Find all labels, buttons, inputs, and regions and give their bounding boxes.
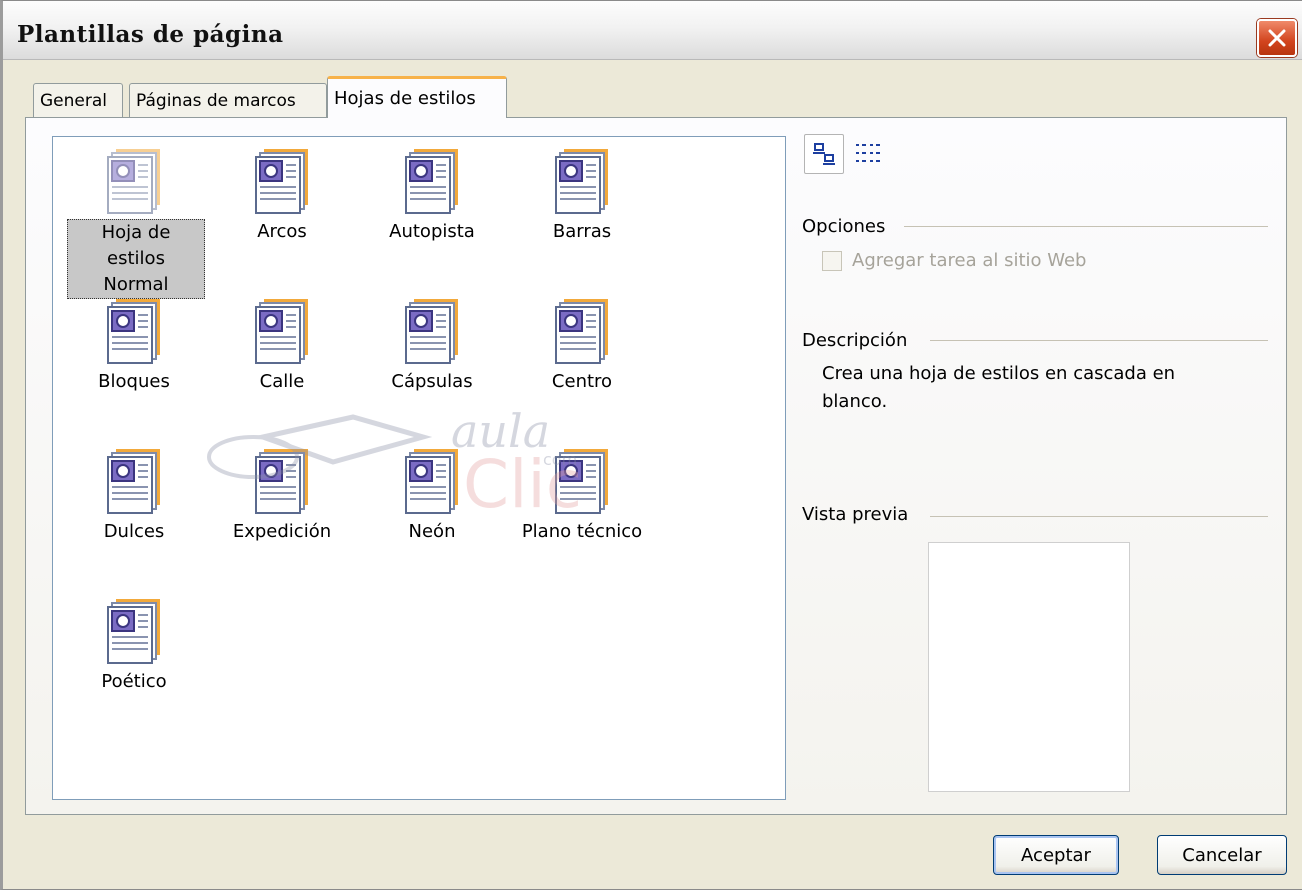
- template-item-expedicion[interactable]: Expedición: [207, 437, 357, 577]
- template-item-plano-tecnico[interactable]: Plano técnico: [507, 437, 657, 577]
- template-item-capsulas[interactable]: Cápsulas: [357, 287, 507, 427]
- template-page-icon: [400, 145, 464, 220]
- add-task-checkbox[interactable]: [822, 250, 842, 271]
- ok-button[interactable]: Aceptar: [993, 835, 1119, 875]
- tab-style-sheets[interactable]: Hojas de estilos: [327, 76, 507, 118]
- title-bar[interactable]: Plantillas de página: [3, 1, 1302, 60]
- cancel-button[interactable]: Cancelar: [1157, 835, 1287, 875]
- preview-divider: [930, 516, 1268, 517]
- template-item-normal[interactable]: Hoja de estilos Normal: [59, 137, 209, 299]
- options-divider: [904, 226, 1268, 227]
- template-label: Expedición: [232, 521, 332, 542]
- template-page-icon: [102, 145, 166, 220]
- template-label: Centro: [551, 371, 613, 392]
- template-label: Neón: [408, 521, 456, 542]
- template-page-icon: [550, 295, 614, 370]
- template-label: Poético: [101, 671, 167, 692]
- template-item-bloques[interactable]: Bloques: [59, 287, 209, 427]
- template-item-centro[interactable]: Centro: [507, 287, 657, 427]
- preview-pane: [928, 542, 1130, 792]
- close-icon: [1268, 29, 1286, 47]
- template-label: Cápsulas: [391, 371, 473, 392]
- template-item-autopista[interactable]: Autopista: [357, 137, 507, 277]
- template-page-icon: [400, 295, 464, 370]
- tab-style-sheets-label: Hojas de estilos: [334, 88, 476, 109]
- template-label: Bloques: [98, 371, 170, 392]
- large-icons-icon: [813, 143, 835, 165]
- description-text: Crea una hoja de estilos en cascada en b…: [822, 363, 1176, 412]
- ok-button-label: Aceptar: [1021, 844, 1091, 866]
- tab-general[interactable]: General: [33, 83, 123, 117]
- description-heading: Descripción: [802, 330, 908, 351]
- template-item-calle[interactable]: Calle: [207, 287, 357, 427]
- preview-heading: Vista previa: [802, 504, 909, 525]
- template-item-barras[interactable]: Barras: [507, 137, 657, 277]
- template-label: Dulces: [103, 521, 165, 542]
- template-page-icon: [250, 445, 314, 520]
- description-divider: [930, 340, 1268, 341]
- template-page-icon: [550, 445, 614, 520]
- template-item-neon[interactable]: Neón: [357, 437, 507, 577]
- tab-frames-pages-label: Páginas de marcos: [136, 90, 296, 111]
- page-templates-dialog: Plantillas de página General Páginas de …: [0, 0, 1302, 890]
- list-view-button[interactable]: [848, 134, 888, 174]
- template-page-icon: [400, 445, 464, 520]
- options-heading: Opciones: [802, 216, 886, 237]
- template-item-dulces[interactable]: Dulces: [59, 437, 209, 577]
- template-page-icon: [250, 295, 314, 370]
- window-title: Plantillas de página: [17, 21, 284, 48]
- template-label: Autopista: [389, 221, 475, 242]
- template-page-icon: [102, 595, 166, 670]
- template-page-icon: [102, 295, 166, 370]
- tab-frames-pages[interactable]: Páginas de marcos: [129, 83, 327, 117]
- list-icon: [856, 144, 880, 162]
- tab-general-label: General: [40, 90, 107, 111]
- close-button[interactable]: [1257, 19, 1297, 57]
- tab-panel-style-sheets: Hoja de estilos Normal Arcos Autopista B…: [25, 117, 1287, 815]
- template-label: Barras: [552, 221, 612, 242]
- template-label: Plano técnico: [521, 521, 643, 542]
- add-task-checkbox-row[interactable]: Agregar tarea al sitio Web: [822, 250, 1086, 271]
- template-label: Arcos: [257, 221, 307, 242]
- large-icons-view-button[interactable]: [804, 134, 844, 174]
- template-label: Calle: [259, 371, 305, 392]
- template-item-arcos[interactable]: Arcos: [207, 137, 357, 277]
- add-task-checkbox-label: Agregar tarea al sitio Web: [852, 250, 1087, 271]
- templates-list[interactable]: Hoja de estilos Normal Arcos Autopista B…: [52, 136, 786, 800]
- template-label-line1: Hoja de estilos: [101, 222, 171, 269]
- template-page-icon: [550, 145, 614, 220]
- cancel-button-label: Cancelar: [1182, 844, 1262, 866]
- template-item-poetico[interactable]: Poético: [59, 587, 209, 727]
- template-page-icon: [250, 145, 314, 220]
- template-page-icon: [102, 445, 166, 520]
